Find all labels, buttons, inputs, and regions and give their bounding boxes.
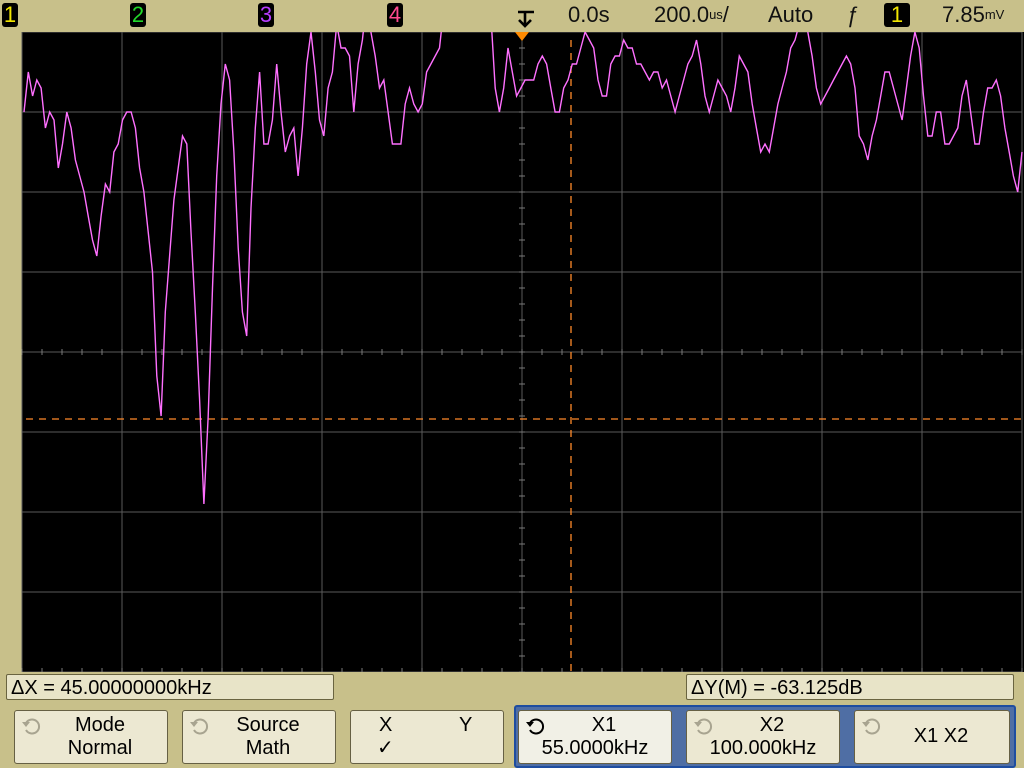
delta-y-readout: ΔY(M) = -63.125dB <box>686 674 1014 700</box>
left-frame-strip <box>0 32 22 672</box>
trigger-slope-icon: ƒ <box>846 2 859 27</box>
x1-softkey-title: X1 <box>591 714 617 736</box>
delta-x-symbol: Δ <box>11 677 25 699</box>
y-option-label: Y <box>459 714 473 736</box>
trigger-level-value: 7.85 <box>942 2 985 27</box>
delta-x-readout: ΔX = 45.00000000kHz <box>6 674 334 700</box>
mode-softkey[interactable]: Mode Normal <box>14 710 168 764</box>
time-per-div: 200.0us/ <box>654 2 729 28</box>
channel-1-label: 1 <box>3 2 17 27</box>
trigger-level-unit: mV <box>984 7 1005 22</box>
channel-4-indicator[interactable]: 4 <box>387 3 403 27</box>
source-softkey[interactable]: Source Math <box>182 710 336 764</box>
delta-x-value: X = 45.00000000kHz <box>24 677 212 699</box>
xy-softkey[interactable]: X Y ✓ <box>350 710 504 764</box>
channel-3-label: 3 <box>259 2 273 27</box>
mode-softkey-title: Mode <box>74 714 126 736</box>
trigger-source: 1 <box>884 3 910 27</box>
x2-softkey-value: 100.000kHz <box>709 737 817 759</box>
channel-2-label: 2 <box>131 2 145 27</box>
channel-1-indicator[interactable]: 1 <box>2 3 18 27</box>
softkey-bar: ΔX = 45.00000000kHz ΔY(M) = -63.125dB Mo… <box>0 672 1024 768</box>
time-per-div-unit: us <box>709 7 723 22</box>
source-softkey-title: Source <box>236 714 300 736</box>
channel-2-indicator[interactable]: 2 <box>130 3 146 27</box>
time-per-div-suffix: / <box>722 2 729 27</box>
waveform-display[interactable] <box>0 32 1024 672</box>
delta-y-symbol: Δ <box>691 677 705 699</box>
trigger-level: 7.85mV <box>942 2 1004 28</box>
x2-softkey-title: X2 <box>759 714 785 736</box>
x-option-label: X <box>379 714 393 736</box>
channel-4-label: 4 <box>388 2 402 27</box>
mode-softkey-value: Normal <box>67 737 133 759</box>
graticule <box>0 32 1024 672</box>
check-icon: ✓ <box>377 737 394 759</box>
trigger-position-icon <box>518 10 534 28</box>
trigger-mode: Auto <box>768 2 814 27</box>
x1-x2-softkey-title: X1 X2 <box>913 725 969 747</box>
trigger-source-label: 1 <box>890 2 904 27</box>
x2-softkey[interactable]: X2 100.000kHz <box>686 710 840 764</box>
x1-x2-softkey[interactable]: X1 X2 <box>854 710 1010 764</box>
time-per-div-value: 200.0 <box>654 2 710 27</box>
x1-softkey[interactable]: X1 55.0000kHz <box>518 710 672 764</box>
status-bar: 1 2 3 4 0.0s 200.0us/ Auto ƒ 1 7.85mV <box>0 0 1024 32</box>
time-offset: 0.0s <box>568 2 610 27</box>
delta-y-value: Y(M) = -63.125dB <box>704 677 863 699</box>
channel-3-indicator[interactable]: 3 <box>258 3 274 27</box>
x1-softkey-value: 55.0000kHz <box>541 737 649 759</box>
source-softkey-value: Math <box>245 737 291 759</box>
